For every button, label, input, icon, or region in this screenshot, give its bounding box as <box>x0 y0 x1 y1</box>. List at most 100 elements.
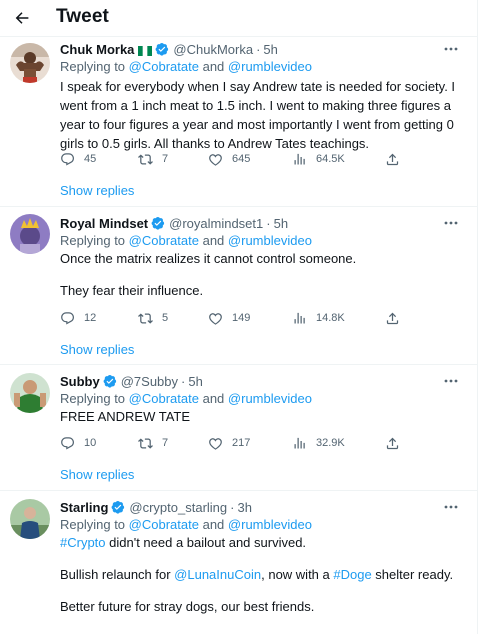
separator-dot: · <box>256 41 261 57</box>
views-chart-icon <box>294 312 305 323</box>
retweet-count: 7 <box>162 153 169 165</box>
replying-to: Replying to @Cobratate and @rumblevideo <box>60 517 312 532</box>
divider <box>0 36 477 37</box>
retweet-count: 7 <box>162 437 169 449</box>
mention-link[interactable]: @rumblevideo <box>228 517 312 532</box>
like-count: 217 <box>232 437 251 449</box>
reply-icon <box>61 152 74 165</box>
mention-link[interactable]: @rumblevideo <box>228 233 312 248</box>
views-count: 32.9K <box>316 437 345 449</box>
divider <box>0 490 477 491</box>
views-button[interactable]: 64.5K <box>292 150 345 168</box>
tweet-text-line: Bullish relaunch for @LunaInuCoin, now w… <box>60 567 454 582</box>
reply-button[interactable]: 45 <box>60 150 96 168</box>
more-options-icon[interactable] <box>441 498 461 516</box>
share-icon <box>386 312 399 324</box>
views-chart-icon <box>294 153 305 164</box>
divider <box>0 206 477 207</box>
reply-icon <box>61 311 74 324</box>
views-count: 14.8K <box>316 312 345 324</box>
like-button[interactable]: 149 <box>208 309 250 327</box>
tweet-text: Once the matrix realizes it cannot contr… <box>60 249 465 300</box>
like-count: 149 <box>232 312 251 324</box>
mention-link[interactable]: @rumblevideo <box>228 59 312 74</box>
verified-badge-icon <box>151 216 165 230</box>
tweet-actions: 12 5 149 14.8K <box>60 309 410 327</box>
show-replies-link[interactable]: Show replies <box>60 467 134 482</box>
tweet-text-line: Once the matrix realizes it cannot contr… <box>60 251 357 266</box>
reply-count: 12 <box>84 312 97 324</box>
reply-count: 10 <box>84 437 97 449</box>
verified-badge-icon <box>103 374 117 388</box>
display-name[interactable]: Chuk Morka <box>60 42 134 57</box>
reply-icon <box>61 436 74 449</box>
avatar[interactable] <box>10 214 50 254</box>
timestamp[interactable]: 5h <box>263 42 277 57</box>
tweet-actions: 45 7 645 64.5K <box>60 150 410 168</box>
views-button[interactable]: 14.8K <box>292 309 345 327</box>
heart-icon <box>209 312 222 325</box>
divider <box>0 364 477 365</box>
tweet-text-line: They fear their influence. <box>60 283 204 298</box>
separator-dot: · <box>181 373 186 389</box>
separator-dot: · <box>266 215 271 231</box>
share-button[interactable] <box>385 434 400 452</box>
user-handle[interactable]: @royalmindset1 <box>169 216 263 231</box>
hashtag-link[interactable]: #Crypto <box>60 535 106 550</box>
share-button[interactable] <box>385 309 400 327</box>
tweet-text: #Crypto didn't need a bailout and surviv… <box>60 533 465 616</box>
tweet-thread-frame: Tweet Chuk Morka @ChukMorka · 5h Replyin… <box>0 0 478 634</box>
user-handle[interactable]: @crypto_starling <box>129 500 227 515</box>
page-header: Tweet <box>0 0 477 36</box>
timestamp[interactable]: 5h <box>188 374 202 389</box>
more-options-icon[interactable] <box>441 372 461 390</box>
mention-link[interactable]: @LunaInuCoin <box>174 567 261 582</box>
views-chart-icon <box>294 437 305 448</box>
display-name[interactable]: Subby <box>60 374 100 389</box>
replying-to: Replying to @Cobratate and @rumblevideo <box>60 233 312 248</box>
show-replies-link[interactable]: Show replies <box>60 342 134 357</box>
like-count: 645 <box>232 153 251 165</box>
retweet-button[interactable]: 5 <box>138 309 168 327</box>
mention-link[interactable]: @rumblevideo <box>228 391 312 406</box>
avatar[interactable] <box>10 499 50 539</box>
timestamp[interactable]: 5h <box>274 216 288 231</box>
verified-badge-icon <box>111 500 125 514</box>
retweet-count: 5 <box>162 312 169 324</box>
reply-button[interactable]: 12 <box>60 309 96 327</box>
reply-header: Chuk Morka @ChukMorka · 5h <box>60 40 278 58</box>
mention-link[interactable]: @Cobratate <box>129 391 199 406</box>
show-replies-link[interactable]: Show replies <box>60 183 134 198</box>
avatar[interactable] <box>10 373 50 413</box>
heart-icon <box>209 437 222 450</box>
retweet-icon <box>138 437 153 449</box>
more-options-icon[interactable] <box>441 40 461 58</box>
views-button[interactable]: 32.9K <box>292 434 345 452</box>
hashtag-link[interactable]: #Doge <box>333 567 371 582</box>
retweet-icon <box>138 312 153 324</box>
display-name[interactable]: Starling <box>60 500 108 515</box>
reply-button[interactable]: 10 <box>60 434 96 452</box>
retweet-button[interactable]: 7 <box>138 150 168 168</box>
page-title: Tweet <box>56 6 109 27</box>
verified-badge-icon <box>155 42 169 56</box>
replying-to: Replying to @Cobratate and @rumblevideo <box>60 391 312 406</box>
mention-link[interactable]: @Cobratate <box>129 233 199 248</box>
back-arrow-icon[interactable] <box>6 2 38 34</box>
reply-header: Royal Mindset @royalmindset1 · 5h <box>60 214 288 232</box>
timestamp[interactable]: 3h <box>238 500 252 515</box>
like-button[interactable]: 217 <box>208 434 250 452</box>
mention-link[interactable]: @Cobratate <box>129 59 199 74</box>
user-handle[interactable]: @7Subby <box>121 374 178 389</box>
replying-to: Replying to @Cobratate and @rumblevideo <box>60 59 312 74</box>
like-button[interactable]: 645 <box>208 150 250 168</box>
more-options-icon[interactable] <box>441 214 461 232</box>
retweet-icon <box>138 153 153 165</box>
tweet-text-line: #Crypto didn't need a bailout and surviv… <box>60 535 307 550</box>
avatar[interactable] <box>10 43 50 83</box>
mention-link[interactable]: @Cobratate <box>129 517 199 532</box>
user-handle[interactable]: @ChukMorka <box>173 42 253 57</box>
display-name[interactable]: Royal Mindset <box>60 216 148 231</box>
share-button[interactable] <box>385 150 400 168</box>
retweet-button[interactable]: 7 <box>138 434 168 452</box>
